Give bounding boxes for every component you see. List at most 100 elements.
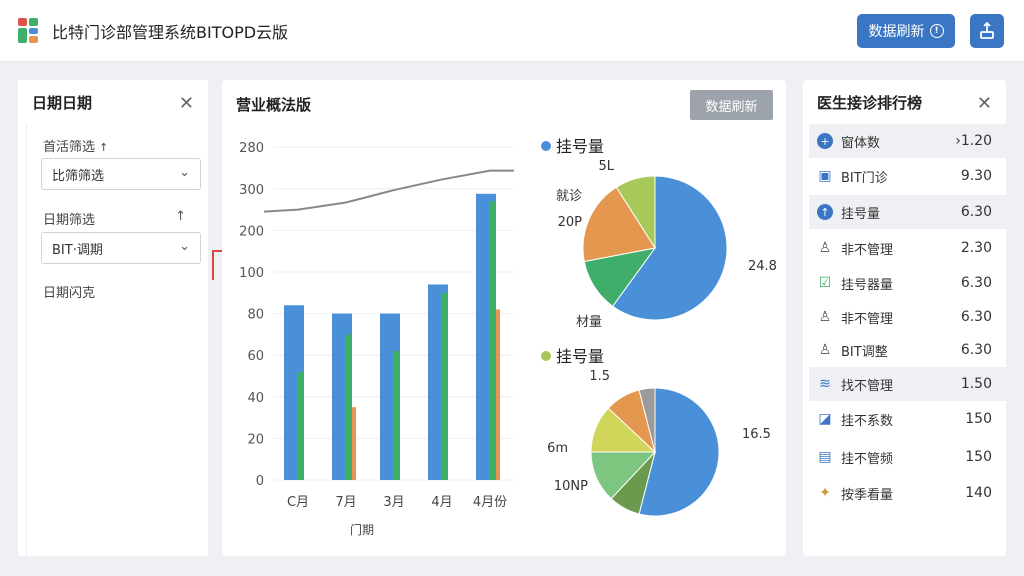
ranking-row[interactable]: ▤ 挂不管频 150 xyxy=(809,440,1006,474)
ranking-value: 6.30 xyxy=(960,204,992,220)
ranking-row[interactable]: ♙ BIT调整 6.30 xyxy=(809,333,1006,367)
ranking-label: 按季看量 xyxy=(841,487,894,503)
ranking-row[interactable]: ▣ BIT门诊 9.30 xyxy=(809,159,1006,193)
bar-1 xyxy=(442,292,448,480)
x-tick-label: 4月 xyxy=(431,495,452,510)
doctor-ranking-panel: 医生接诊排行榜 ✕ + 窗体数 ›1.20 ▣ BIT门诊 9.30 ↑ 挂号量 6.30 ♙ 非不… xyxy=(803,80,1006,556)
filter1-label-text: 首活筛选 xyxy=(43,140,96,155)
pie-legend-label: 挂号量 xyxy=(556,347,604,366)
pie-label: 10NP xyxy=(554,479,588,494)
info-circle-icon: ! xyxy=(929,24,944,38)
pie-label: 5L xyxy=(598,159,614,174)
ranking-row[interactable]: ♙ 非不管理 6.30 xyxy=(809,300,1006,334)
ranking-value: 6.30 xyxy=(960,309,992,325)
ranking-value: 150 xyxy=(965,411,992,427)
filter2-label: 日期筛选 xyxy=(43,209,95,228)
legend-dot xyxy=(541,141,551,151)
y-tick-label: 300 xyxy=(239,183,264,198)
ranking-value: 1.50 xyxy=(960,376,992,392)
chevron-down-icon: ⌄ xyxy=(179,239,190,254)
medal-icon: ✦ xyxy=(819,485,831,501)
x-axis-caption: 门期 xyxy=(350,522,374,537)
ranking-value: 6.30 xyxy=(960,275,992,291)
filter1-select[interactable]: 比筛筛选 ⌄ xyxy=(41,158,201,190)
bar-1 xyxy=(346,334,352,480)
ranking-row[interactable]: ◪ 挂不系数 150 xyxy=(809,402,1006,436)
close-icon[interactable]: ✕ xyxy=(977,93,992,114)
pie-label: 16.5 xyxy=(742,427,771,442)
y-tick-label: 200 xyxy=(239,224,264,239)
date-filter-header: 日期日期 ✕ xyxy=(18,80,208,124)
ranking-label: 挂不系数 xyxy=(841,413,894,429)
y-tick-label: 100 xyxy=(239,266,264,281)
refresh-data-button[interactable]: 数据刷新 ! xyxy=(857,14,955,48)
ranking-label: 挂号量 xyxy=(841,206,881,222)
y-tick-label: 80 xyxy=(247,308,264,323)
ranking-value: 140 xyxy=(965,485,992,501)
ranking-value: ›1.20 xyxy=(955,133,992,149)
ranking-label: 非不管理 xyxy=(841,242,894,258)
chart-square-icon: ◪ xyxy=(818,411,832,427)
app-logo-icon xyxy=(18,18,40,44)
ranking-title: 医生接诊排行榜 xyxy=(817,93,923,112)
sort-icon[interactable]: ↑ xyxy=(175,209,186,224)
doctor-badge-icon: ▣ xyxy=(818,168,832,184)
pie-label: 就诊 xyxy=(556,189,582,204)
ranking-row[interactable]: ☑ 挂号器量 6.30 xyxy=(809,266,1006,300)
x-tick-label: 7月 xyxy=(335,495,356,510)
user-outline-icon: ♙ xyxy=(818,240,832,256)
ranking-row[interactable]: ≋ 找不管理 1.50 xyxy=(809,367,1006,401)
ranking-value: 150 xyxy=(965,449,992,465)
date-filter-panel: 日期日期 ✕ 首活筛选 ↑ 比筛筛选 ⌄ 日期筛选 ↑ BIT·调期 ⌄ 日期闪… xyxy=(18,80,208,556)
date-filter-body: 首活筛选 ↑ 比筛筛选 ⌄ 日期筛选 ↑ BIT·调期 ⌄ 日期闪克 xyxy=(26,124,208,556)
ranking-header: 医生接诊排行榜 ✕ xyxy=(803,80,1006,124)
ranking-value: 6.30 xyxy=(960,342,992,358)
bar-2 xyxy=(496,309,500,480)
ranking-row[interactable]: ✦ 按季看量 140 xyxy=(809,476,1006,510)
close-icon[interactable]: ✕ xyxy=(179,93,194,114)
filter2-select[interactable]: BIT·调期 ⌄ xyxy=(41,232,201,264)
top-bar: 比特门诊部管理系统BITOPD云版 数据刷新 ! xyxy=(0,0,1024,62)
pie-label: 材量 xyxy=(576,315,602,330)
ranking-row[interactable]: ↑ 挂号量 6.30 xyxy=(809,195,1006,229)
bar-2 xyxy=(352,407,356,480)
ranking-label: BIT调整 xyxy=(841,344,888,360)
bar-1 xyxy=(298,371,304,480)
user-outline-icon: ♙ xyxy=(818,342,832,358)
ranking-label: 找不管理 xyxy=(841,378,894,394)
chevron-down-icon: ⌄ xyxy=(179,165,190,180)
pie-label: 6m xyxy=(547,441,568,456)
refresh-button-label: 数据刷新 xyxy=(868,24,925,40)
bar-line-chart: 0 20 40 60 80 100 200 300 280 C月 7月 3月 4月 4月份门期 xyxy=(239,141,514,537)
user-outline-icon: ♙ xyxy=(818,309,832,325)
y-tick-label: 60 xyxy=(247,349,264,364)
business-overview-panel: 营业概法版 数据刷新 0 20 40 60 80 100 200 300 280 C月 7月 3月 4月… xyxy=(222,80,786,556)
x-tick-label: C月 xyxy=(287,495,309,510)
filter2-label-text: 日期筛选 xyxy=(43,213,96,228)
ranking-value: 9.30 xyxy=(960,168,992,184)
y-tick-label: 40 xyxy=(247,391,264,406)
ranking-row[interactable]: ♙ 非不管理 2.30 xyxy=(809,231,1006,265)
pie-label: 24.8 xyxy=(748,259,777,274)
legend-dot xyxy=(541,351,551,361)
date-status-text: 日期闪克 xyxy=(43,286,96,301)
ranking-label: BIT门诊 xyxy=(841,170,888,186)
ranking-label: 挂号器量 xyxy=(841,277,894,293)
pie-charts: 挂号量24.820P5L就诊材量挂号量16.510NP6m1.5 xyxy=(541,137,777,517)
filter2-value: BIT·调期 xyxy=(52,242,103,258)
arrow-circle-icon: ↑ xyxy=(817,204,833,220)
pie-label: 20P xyxy=(558,215,583,230)
bar-1 xyxy=(490,201,496,480)
y-tick-label: 280 xyxy=(239,141,264,156)
ranking-value: 2.30 xyxy=(960,240,992,256)
ranking-row[interactable]: + 窗体数 ›1.20 xyxy=(809,124,1006,158)
filter1-mark: ↑ xyxy=(99,141,109,154)
app-title: 比特门诊部管理系统BITOPD云版 xyxy=(52,23,289,42)
date-filter-title: 日期日期 xyxy=(32,93,93,112)
ranking-label: 窗体数 xyxy=(841,135,881,151)
plus-circle-icon: + xyxy=(817,133,833,149)
export-button[interactable] xyxy=(970,14,1004,48)
y-tick-label: 20 xyxy=(247,432,264,447)
stack-icon: ≋ xyxy=(819,376,831,392)
pie-legend-label: 挂号量 xyxy=(556,137,604,156)
